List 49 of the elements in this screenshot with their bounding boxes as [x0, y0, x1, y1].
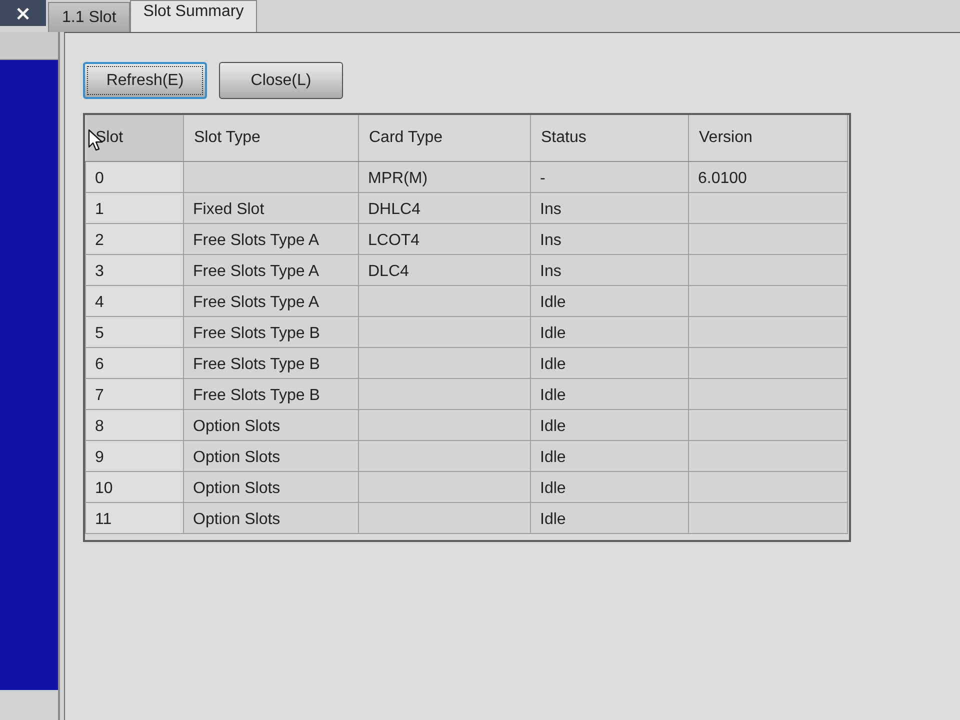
row-header-cell: 8	[86, 409, 184, 440]
table-cell: LCOT4	[358, 223, 530, 254]
table-cell: DLC4	[358, 254, 530, 285]
table-cell: Option Slots	[184, 409, 358, 440]
table-cell: DHLC4	[358, 192, 530, 223]
table-cell: Idle	[530, 471, 688, 502]
row-header-cell: 7	[86, 378, 184, 409]
table-cell: Free Slots Type B	[184, 316, 358, 347]
row-header-cell: 11	[86, 502, 184, 533]
table-cell: Idle	[530, 409, 688, 440]
table-cell: Idle	[530, 347, 688, 378]
table-cell: Free Slots Type B	[184, 378, 358, 409]
column-header: Card Type	[358, 115, 530, 161]
row-header-cell: 4	[86, 285, 184, 316]
row-header-cell: 1	[86, 192, 184, 223]
action-button[interactable]: Close(L)	[219, 62, 343, 99]
table-cell: Fixed Slot	[184, 192, 358, 223]
table-cell: Free Slots Type B	[184, 347, 358, 378]
row-header-cell: 5	[86, 316, 184, 347]
column-header: Slot Type	[184, 115, 358, 161]
column-header: Version	[688, 115, 848, 161]
table-cell: Free Slots Type A	[184, 254, 358, 285]
table-cell: Ins	[530, 254, 688, 285]
tab[interactable]: 1.1 Slot	[48, 2, 130, 32]
table-cell: -	[530, 161, 688, 192]
row-header-cell: 10	[86, 471, 184, 502]
table-cell: Idle	[530, 440, 688, 471]
table-cell: Idle	[530, 502, 688, 533]
table-cell: Option Slots	[184, 502, 358, 533]
table-cell: MPR(M)	[358, 161, 530, 192]
table-cell: Ins	[530, 192, 688, 223]
table-cell: Idle	[530, 316, 688, 347]
action-button[interactable]: Refresh(E)	[83, 62, 207, 99]
tab[interactable]: Slot Summary	[130, 0, 257, 32]
row-header-cell: 0	[86, 161, 184, 192]
row-header-cell: 9	[86, 440, 184, 471]
table-cell: Free Slots Type A	[184, 223, 358, 254]
table-cell: Idle	[530, 378, 688, 409]
close-button[interactable]: ×	[0, 0, 46, 26]
table-cell: 6.0100	[688, 161, 848, 192]
table-cell: Ins	[530, 223, 688, 254]
row-header-cell: 6	[86, 347, 184, 378]
table-cell: Idle	[530, 285, 688, 316]
table-cell: Option Slots	[184, 440, 358, 471]
column-header: Status	[530, 115, 688, 161]
table-cell: Free Slots Type A	[184, 285, 358, 316]
table-cell: Option Slots	[184, 471, 358, 502]
row-header-cell: 2	[86, 223, 184, 254]
row-header-cell: 3	[86, 254, 184, 285]
